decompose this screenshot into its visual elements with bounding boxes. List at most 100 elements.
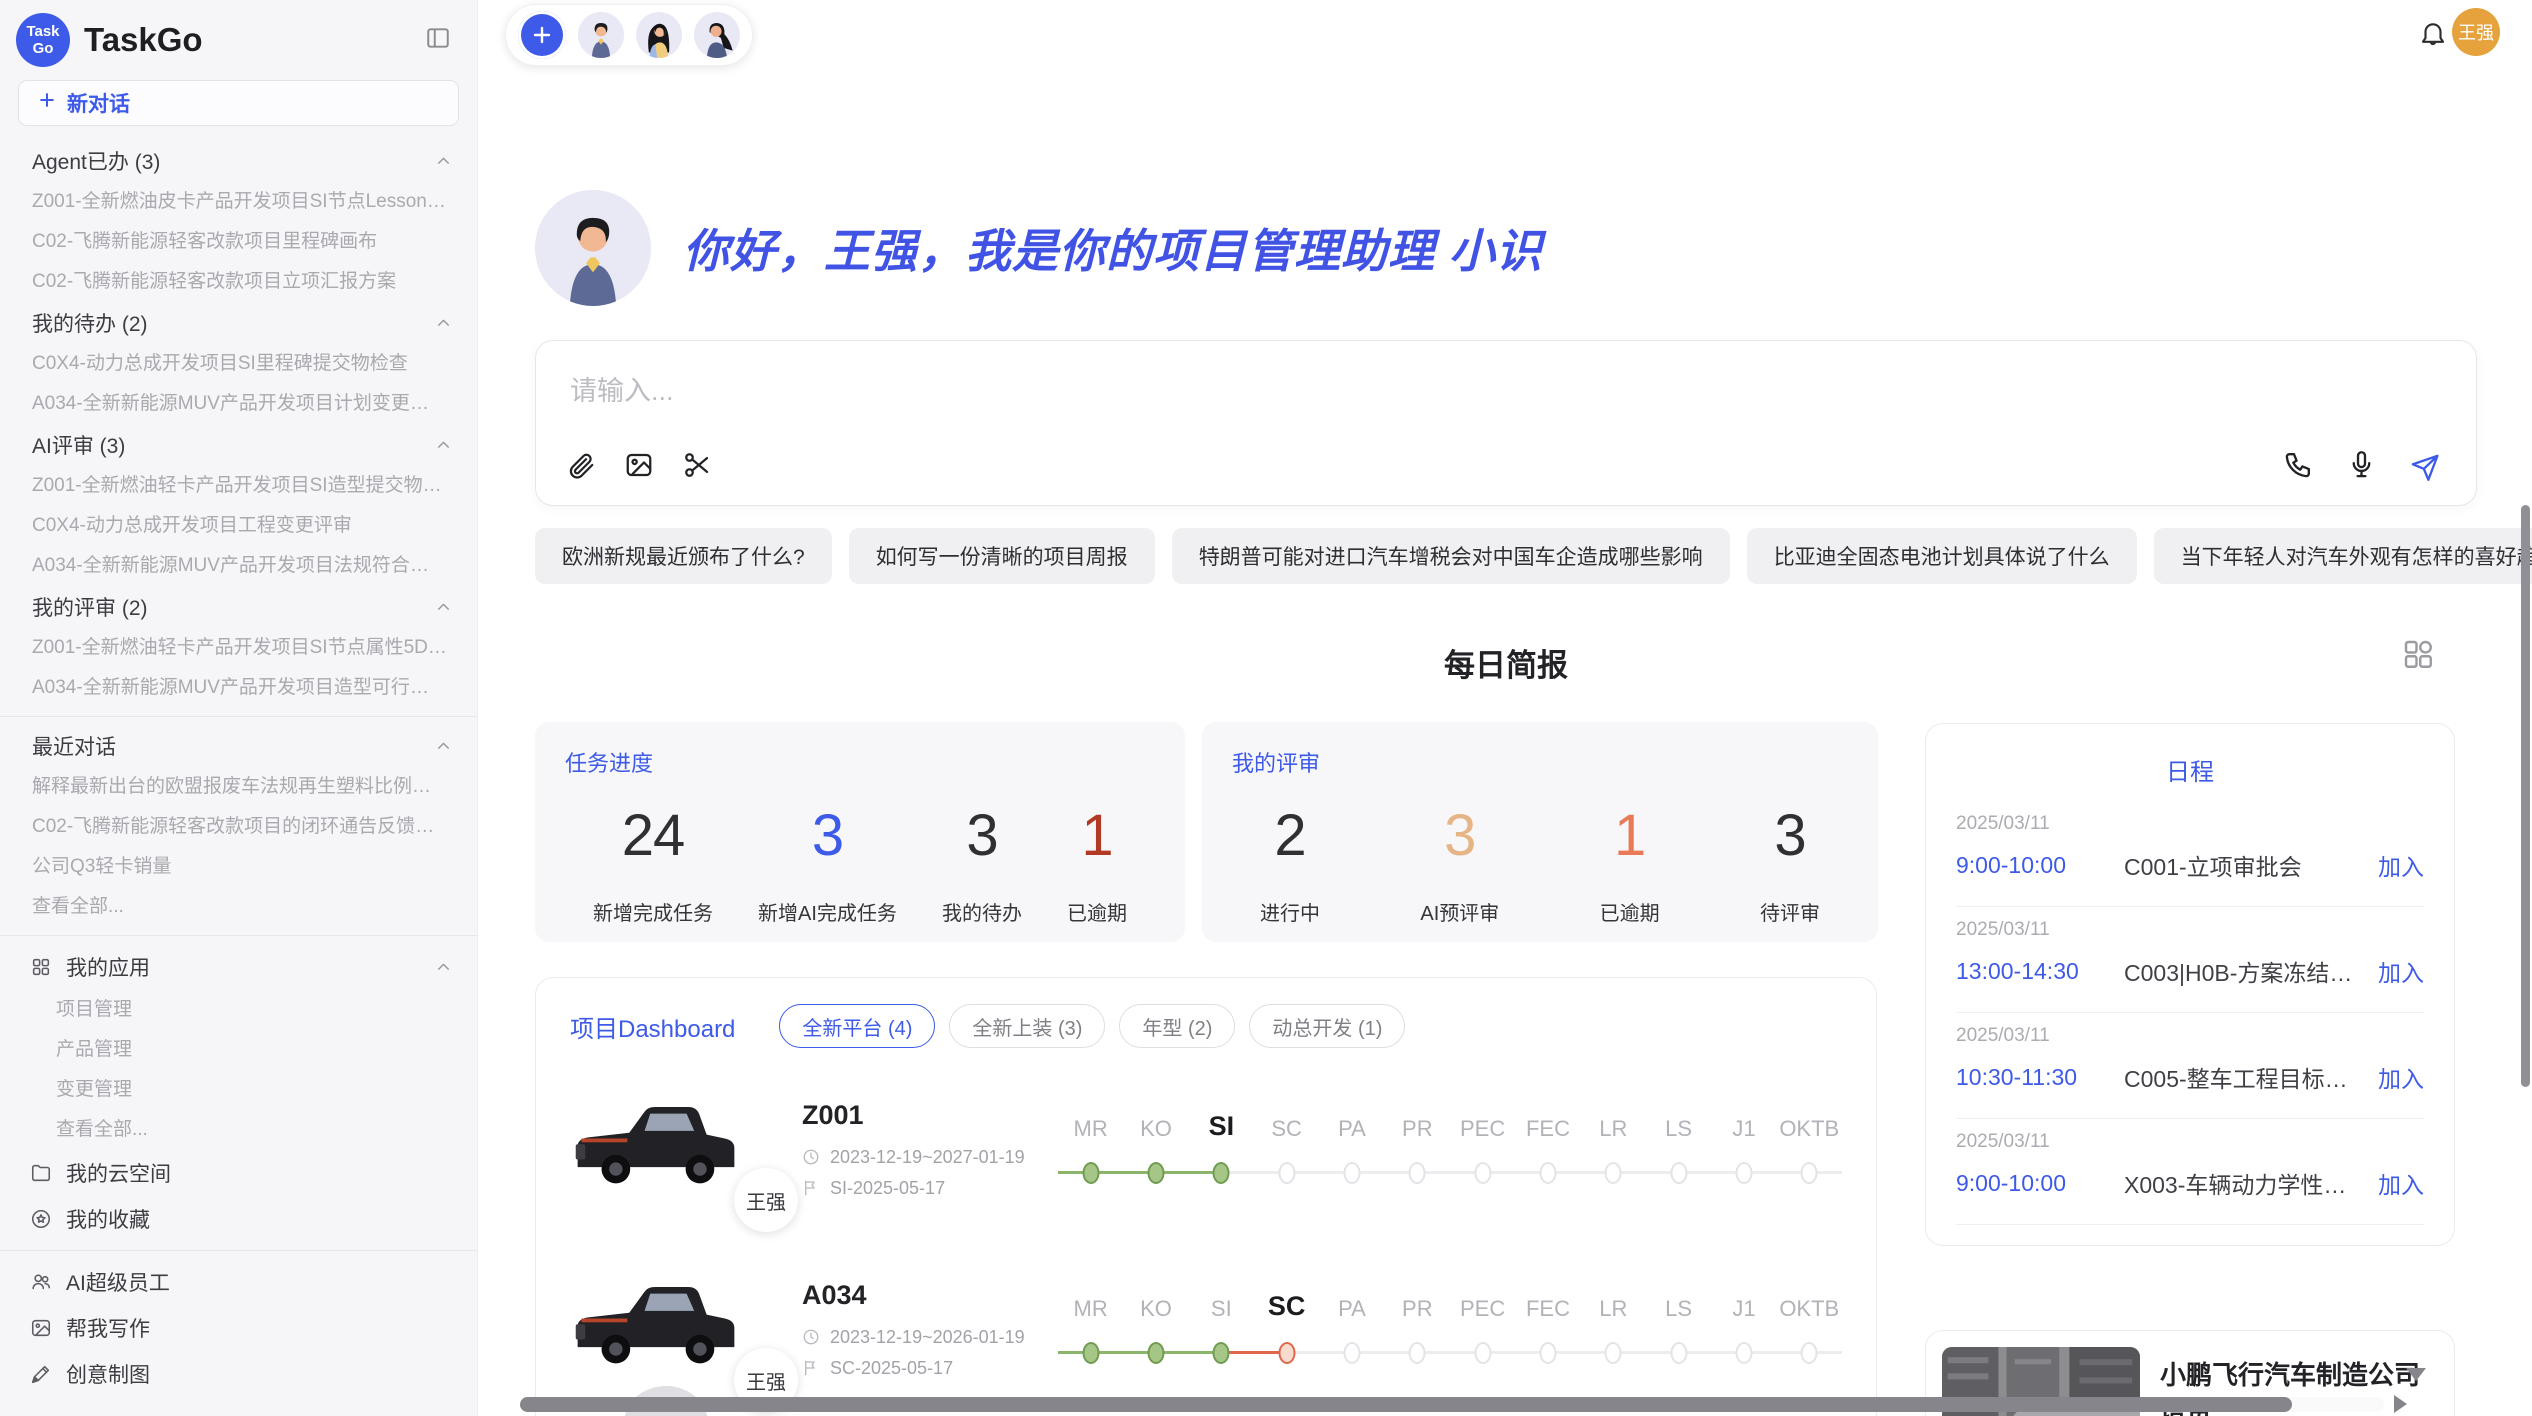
- sidebar-task-item[interactable]: C02-飞腾新能源轻客改款项目里程碑画布: [0, 222, 477, 262]
- sidebar-task-item[interactable]: Z001-全新燃油皮卡产品开发项目SI节点Lesson Learn报告: [0, 182, 477, 222]
- milestone-label: SC: [1271, 1110, 1302, 1158]
- stat-label: 新增AI完成任务: [758, 897, 897, 926]
- sidebar-task-item[interactable]: A034-全新新能源MUV产品开发项目法规符合性评审: [0, 546, 477, 586]
- sidebar-tool-item[interactable]: AI超级员工: [0, 1259, 477, 1305]
- owner-badge: 王强: [734, 1168, 798, 1232]
- image-icon[interactable]: [624, 450, 654, 485]
- attachment-icon[interactable]: [566, 450, 596, 485]
- clock-icon: [802, 1148, 820, 1166]
- chat-input[interactable]: [536, 341, 2476, 437]
- recent-chats-header[interactable]: 最近对话: [0, 725, 477, 767]
- sidebar-collapse-icon[interactable]: [425, 25, 451, 56]
- suggestion-chip[interactable]: 欧洲新规最近颁布了什么?: [535, 528, 832, 584]
- add-member-button[interactable]: [518, 11, 566, 59]
- user-avatar[interactable]: 王强: [2452, 8, 2500, 56]
- sidebar-task-item[interactable]: C0X4-动力总成开发项目工程变更评审: [0, 506, 477, 546]
- project-row[interactable]: 王强 A034 2023-12-19~2026-01-19 SC-2025-05…: [570, 1250, 1842, 1408]
- app-window: Task Go TaskGo 新对话 Agent已办 (3)Z001-全新燃油皮…: [0, 0, 2532, 1416]
- project-row[interactable]: 王强 Z001 2023-12-19~2027-01-19 SI-2025-05…: [570, 1070, 1842, 1228]
- milestone-label: J1: [1732, 1110, 1755, 1158]
- stat: 3我的待办: [942, 802, 1022, 926]
- milestone-label: MR: [1074, 1290, 1108, 1338]
- tool-label: 创意制图: [66, 1359, 453, 1389]
- dashboard-tab[interactable]: 全新平台 (4): [779, 1004, 935, 1048]
- layout-grid-icon[interactable]: [2400, 636, 2436, 677]
- milestone-step: PR: [1385, 1290, 1450, 1368]
- recent-view-all[interactable]: 查看全部...: [0, 887, 477, 927]
- notification-bell-icon[interactable]: [2418, 18, 2448, 53]
- sidebar-section-header[interactable]: 我的评审 (2): [0, 586, 477, 628]
- suggestion-chip[interactable]: 当下年轻人对汽车外观有怎样的喜好趋势: [2154, 528, 2532, 584]
- stat-label: 已逾期: [1600, 897, 1660, 926]
- sidebar-task-item[interactable]: C0X4-动力总成开发项目SI里程碑提交物检查: [0, 344, 477, 384]
- scissors-icon[interactable]: [682, 450, 712, 485]
- recent-chat-item[interactable]: 公司Q3轻卡销量: [0, 847, 477, 887]
- sidebar-header: Task Go TaskGo: [0, 8, 477, 72]
- event-join-link[interactable]: 加入: [2378, 848, 2424, 882]
- milestone-step: KO: [1123, 1290, 1188, 1368]
- suggestion-chip[interactable]: 比亚迪全固态电池计划具体说了什么: [1747, 528, 2137, 584]
- microphone-icon[interactable]: [2346, 449, 2377, 485]
- milestone-dot: [1147, 1342, 1164, 1364]
- sidebar-task-item[interactable]: A034-全新新能源MUV产品开发项目造型可行性评审: [0, 668, 477, 708]
- milestone-stepper: MR KO SI SC PA PR PEC FEC LR LS: [1058, 1290, 1842, 1368]
- phone-icon[interactable]: [2283, 449, 2314, 485]
- sidebar-task-item[interactable]: A034-全新新能源MUV产品开发项目计划变更表编写: [0, 384, 477, 424]
- my-apps-header[interactable]: 我的应用: [0, 944, 477, 990]
- milestone-label: PEC: [1460, 1110, 1505, 1158]
- sidebar-tool-item[interactable]: 帮我写作: [0, 1305, 477, 1351]
- stat-label: 新增完成任务: [593, 897, 713, 926]
- stat-value: 3: [812, 802, 843, 869]
- new-chat-button[interactable]: 新对话: [18, 80, 459, 126]
- stat-label: 进行中: [1260, 897, 1320, 926]
- event-join-link[interactable]: 加入: [2378, 1166, 2424, 1200]
- milestone-step: SI: [1189, 1110, 1254, 1188]
- sidebar-tool-item[interactable]: 创意制图: [0, 1351, 477, 1397]
- event-join-link[interactable]: 加入: [2378, 1060, 2424, 1094]
- event-time: 9:00-10:00: [1956, 852, 2124, 879]
- sidebar-item-favorites[interactable]: 我的收藏: [0, 1196, 477, 1242]
- milestone-label: SI: [1211, 1290, 1232, 1338]
- sidebar-task-item[interactable]: Z001-全新燃油轻卡产品开发项目SI造型提交物评审: [0, 466, 477, 506]
- event-title: X003-车辆动力学性能验...: [2124, 1166, 2366, 1200]
- horizontal-scrollbar[interactable]: [520, 1397, 2384, 1412]
- app-item[interactable]: 产品管理: [0, 1030, 477, 1070]
- horizontal-scrollbar-thumb[interactable]: [520, 1397, 2292, 1412]
- section-title: 我的评审 (2): [32, 592, 434, 622]
- recent-chat-item[interactable]: 解释最新出台的欧盟报废车法规再生塑料比例被调至15%...: [0, 767, 477, 807]
- project-code: Z001: [802, 1100, 1054, 1131]
- sidebar-task-item[interactable]: Z001-全新燃油轻卡产品开发项目SI节点属性5D文件评审: [0, 628, 477, 668]
- suggestion-chip[interactable]: 如何写一份清晰的项目周报: [849, 528, 1155, 584]
- scroll-right-arrow[interactable]: [2394, 1395, 2407, 1413]
- app-item[interactable]: 项目管理: [0, 990, 477, 1030]
- dashboard-tab[interactable]: 动总开发 (1): [1249, 1004, 1405, 1048]
- recent-chat-item[interactable]: C02-飞腾新能源轻客改款项目的闭环通告反馈情况: [0, 807, 477, 847]
- scroll-down-arrow[interactable]: [2406, 1368, 2426, 1381]
- milestone-dot: [1213, 1342, 1230, 1364]
- app-logo: Task Go: [16, 13, 70, 67]
- sidebar-section-header[interactable]: 我的待办 (2): [0, 302, 477, 344]
- app-item[interactable]: 变更管理: [0, 1070, 477, 1110]
- app-title: TaskGo: [84, 21, 425, 59]
- sidebar-task-item[interactable]: C02-飞腾新能源轻客改款项目立项汇报方案: [0, 262, 477, 302]
- sidebar-item-cloud-space[interactable]: 我的云空间: [0, 1150, 477, 1196]
- suggestion-chip[interactable]: 特朗普可能对进口汽车增税会对中国车企造成哪些影响: [1172, 528, 1730, 584]
- send-icon[interactable]: [2409, 452, 2440, 483]
- milestone-dot: [1735, 1162, 1752, 1184]
- event-title: C005-整车工程目标评审: [2124, 1060, 2366, 1094]
- avatar[interactable]: [578, 12, 624, 58]
- dashboard-tab[interactable]: 年型 (2): [1119, 1004, 1235, 1048]
- avatar[interactable]: [694, 12, 740, 58]
- vertical-scrollbar[interactable]: [2521, 505, 2530, 1087]
- avatar[interactable]: [636, 12, 682, 58]
- event-join-link[interactable]: 加入: [2378, 954, 2424, 988]
- dashboard-tab[interactable]: 全新上装 (3): [949, 1004, 1105, 1048]
- sidebar-section-header[interactable]: Agent已办 (3): [0, 140, 477, 182]
- sidebar-section-header[interactable]: AI评审 (3): [0, 424, 477, 466]
- apps-view-all[interactable]: 查看全部...: [0, 1110, 477, 1150]
- stat-value: 24: [622, 802, 685, 869]
- dashboard-header: 项目Dashboard 全新平台 (4)全新上装 (3)年型 (2)动总开发 (…: [570, 1004, 1842, 1048]
- view-all-schedule-link[interactable]: 查看所有日程: [1956, 1245, 2424, 1246]
- milestone-step: MR: [1058, 1110, 1123, 1188]
- users-icon: [30, 1271, 52, 1293]
